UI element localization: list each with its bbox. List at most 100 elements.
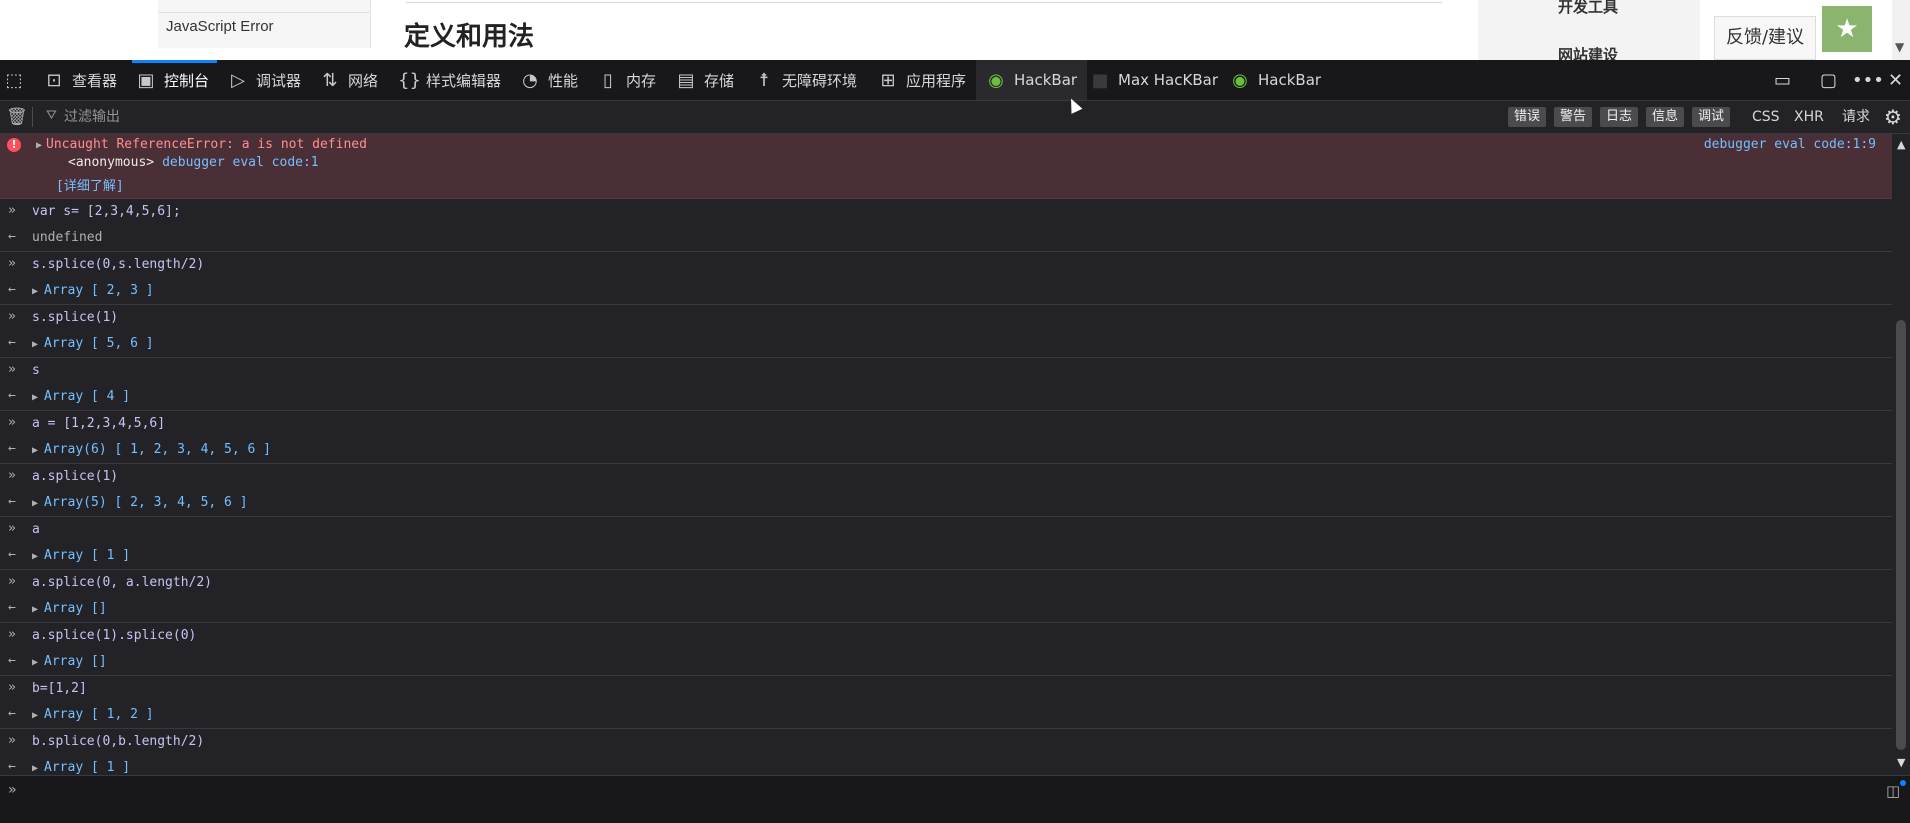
console-input-row[interactable]: » a.splice(0, a.length/2) [0, 570, 1892, 596]
filter-debug-toggle[interactable]: 调试 [1692, 107, 1731, 127]
tab-accessibility[interactable]: ☨ 无障碍环境 [754, 60, 857, 100]
result-value[interactable]: ▶ Array [ 5, 6 ] [32, 336, 154, 351]
chevron-down-icon[interactable]: ▼ [1895, 40, 1904, 54]
tab-inspector[interactable]: ⊡ 查看器 [44, 60, 117, 100]
console-input-row[interactable]: » a = [1,2,3,4,5,6] [0, 411, 1892, 437]
more-options-icon[interactable]: ••• [1852, 70, 1884, 91]
error-text[interactable]: ▶ Uncaught ReferenceError: a is not defin… [36, 137, 367, 152]
expand-triangle-icon[interactable]: ▶ [32, 445, 38, 456]
tab-hackbar-1[interactable]: ◉ HackBar [976, 60, 1088, 100]
right-nav-link-web-building[interactable]: 网站建设 [1558, 44, 1618, 60]
result-value[interactable]: ▶ Array [ 1 ] [32, 760, 130, 774]
filter-warnings-toggle[interactable]: 警告 [1554, 107, 1593, 127]
tab-max-hackbar[interactable]: ■ Max HacKBar [1090, 60, 1218, 100]
scrollbar-thumb[interactable] [1896, 320, 1906, 750]
console-input-row[interactable]: » s.splice(0,s.length/2) [0, 252, 1892, 278]
console-input-row[interactable]: » a [0, 517, 1892, 543]
input-prompt-icon: » [8, 362, 16, 377]
filter-errors-toggle[interactable]: 错误 [1508, 107, 1547, 127]
result-value[interactable]: ▶ Array [ 1 ] [32, 548, 130, 563]
filter-input[interactable] [62, 105, 666, 129]
input-code[interactable]: s.splice(1) [32, 310, 118, 325]
input-code[interactable]: b.splice(0,b.length/2) [32, 734, 204, 749]
trash-icon[interactable]: 🗑 [6, 107, 28, 127]
console-input-row[interactable]: » a.splice(1).splice(0) [0, 623, 1892, 649]
expand-triangle-icon[interactable]: ▶ [32, 498, 38, 509]
chevron-up-icon[interactable]: ▲ [1897, 138, 1905, 151]
tab-style-editor[interactable]: {} 样式编辑器 [398, 60, 501, 100]
editor-mode-icon[interactable]: ◫ [1886, 782, 1900, 800]
expand-triangle-icon[interactable]: ▶ [32, 710, 38, 721]
debugger-icon: ▷ [231, 69, 245, 91]
console-input-row[interactable]: » s.splice(1) [0, 305, 1892, 331]
result-value: undefined [32, 230, 102, 245]
result-text: Array [ 1 ] [44, 548, 131, 563]
right-nav-link-dev-tools[interactable]: 开发工具 [1558, 0, 1618, 17]
expand-triangle-icon[interactable]: ▶ [32, 286, 38, 297]
input-code[interactable]: s.splice(0,s.length/2) [32, 257, 204, 272]
input-code[interactable]: b=[1,2] [32, 681, 87, 696]
output-arrow-icon: ← [8, 388, 16, 403]
console-input-row[interactable]: » s [0, 358, 1892, 384]
tab-performance[interactable]: ◔ 性能 [520, 60, 578, 100]
tab-network[interactable]: ⇅ 网络 [320, 60, 378, 100]
result-value[interactable]: ▶ Array(6) [ 1, 2, 3, 4, 5, 6 ] [32, 442, 271, 457]
stack-frame-link[interactable]: debugger eval code:1 [162, 155, 319, 170]
input-code[interactable]: a [32, 522, 40, 537]
result-value[interactable]: ▶ Array [] [32, 601, 107, 616]
learn-more-link[interactable]: [详细了解] [56, 175, 124, 194]
input-code[interactable]: a.splice(1) [32, 469, 118, 484]
active-tab-indicator [132, 60, 218, 63]
result-value[interactable]: ▶ Array(5) [ 2, 3, 4, 5, 6 ] [32, 495, 248, 510]
expand-triangle-icon[interactable]: ▶ [32, 763, 38, 774]
error-source-link[interactable]: debugger eval code:1:9 [1704, 137, 1876, 152]
sidebar-item-javascript-error[interactable]: JavaScript Error [166, 18, 274, 35]
filter-requests-toggle[interactable]: 请求 [1842, 107, 1870, 127]
element-picker-button[interactable]: ⬚ [4, 60, 32, 100]
output-arrow-icon: ← [8, 229, 16, 244]
filter-logs-toggle[interactable]: 日志 [1600, 107, 1639, 127]
console-input-row[interactable]: » a.splice(1) [0, 464, 1892, 490]
split-console-icon[interactable]: ▭ [1774, 70, 1791, 91]
input-code[interactable]: var s= [2,3,4,5,6]; [32, 204, 181, 219]
chevron-down-icon[interactable]: ▼ [1897, 756, 1905, 769]
result-value[interactable]: ▶ Array [ 4 ] [32, 389, 130, 404]
expand-triangle-icon[interactable]: ▶ [32, 339, 38, 350]
console-scrollbar[interactable]: ▲ ▼ [1892, 134, 1910, 774]
console-input-row[interactable]: » var s= [2,3,4,5,6]; [0, 199, 1892, 225]
expand-triangle-icon[interactable]: ▶ [32, 392, 38, 403]
filter-css-toggle[interactable]: CSS [1752, 107, 1780, 127]
expand-triangle-icon[interactable]: ▶ [36, 140, 42, 151]
input-code[interactable]: a = [1,2,3,4,5,6] [32, 416, 165, 431]
tab-application[interactable]: ⊞ 应用程序 [878, 60, 966, 100]
tab-label: 网络 [348, 71, 379, 90]
close-icon[interactable]: ✕ [1888, 70, 1903, 91]
console-input-row[interactable]: » b.splice(0,b.length/2) [0, 729, 1892, 755]
feedback-button[interactable]: 反馈/建议 [1714, 16, 1816, 60]
filter-xhr-toggle[interactable]: XHR [1794, 107, 1824, 127]
tab-storage[interactable]: ▤ 存储 [676, 60, 734, 100]
console-input[interactable]: » ◫ [0, 775, 1910, 823]
result-value[interactable]: ▶ Array [ 1, 2 ] [32, 707, 154, 722]
result-value[interactable]: ▶ Array [] [32, 654, 107, 669]
expand-triangle-icon[interactable]: ▶ [32, 657, 38, 668]
filter-info-toggle[interactable]: 信息 [1646, 107, 1685, 127]
responsive-design-icon[interactable]: ▢ [1820, 70, 1837, 91]
console-output: ! ▶ Uncaught ReferenceError: a is not def… [0, 134, 1892, 774]
expand-triangle-icon[interactable]: ▶ [32, 604, 38, 615]
webpage-scrollbar[interactable]: ▼ [1892, 0, 1910, 60]
gear-icon[interactable]: ⚙ [1884, 105, 1902, 129]
tab-debugger[interactable]: ▷ 调试器 [228, 60, 301, 100]
page-heading: 定义和用法 [404, 22, 535, 52]
lock-icon: ■ [1091, 69, 1109, 91]
tab-hackbar-2[interactable]: ◉ HackBar [1230, 60, 1321, 100]
tab-console[interactable]: ▣ 控制台 [132, 60, 218, 100]
input-code[interactable]: a.splice(1).splice(0) [32, 628, 196, 643]
console-input-row[interactable]: » b=[1,2] [0, 676, 1892, 702]
star-icon[interactable]: ★ [1822, 6, 1872, 52]
result-value[interactable]: ▶ Array [ 2, 3 ] [32, 283, 154, 298]
input-code[interactable]: a.splice(0, a.length/2) [32, 575, 212, 590]
expand-triangle-icon[interactable]: ▶ [32, 551, 38, 562]
input-code[interactable]: s [32, 363, 40, 378]
tab-memory[interactable]: ▯ 内存 [598, 60, 656, 100]
